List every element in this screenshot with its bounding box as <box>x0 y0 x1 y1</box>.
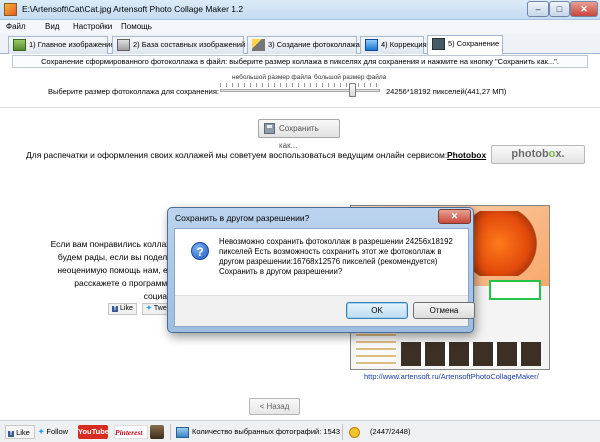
save-as-label: Сохранить как... <box>279 124 319 150</box>
print-promo-text: Для распечатки и оформления своих коллаж… <box>26 150 448 160</box>
preview-flower <box>471 211 541 276</box>
photos-icon <box>176 427 189 438</box>
correction-icon <box>365 39 378 51</box>
size-slider-track[interactable] <box>220 89 380 92</box>
big-size-label: большой размер файла <box>314 74 387 81</box>
save-instruction: Сохранение сформированного фотоколлажа в… <box>12 55 588 68</box>
share-text: Если вам понравились коллаж будем рады, … <box>42 238 172 303</box>
save-disk-icon <box>432 38 445 50</box>
menu-help[interactable]: Помощь <box>121 22 152 31</box>
tab-label: 2) База составных изображений <box>133 40 246 49</box>
dialog-body: ? Невозможно сохранить фотоколлаж в разр… <box>174 228 475 327</box>
cancel-button[interactable]: Отмена <box>413 302 475 319</box>
ok-button[interactable]: OK <box>346 302 408 319</box>
logo-text: x. <box>555 148 565 160</box>
dialog-close-button[interactable]: ✕ <box>438 209 471 224</box>
tab-label: 3) Создание фотоколлажа <box>268 40 360 49</box>
size-readout: 24256*18192 пикселей(441,27 МП) <box>386 87 507 96</box>
maximize-button[interactable]: □ <box>549 1 570 17</box>
share-line: Если вам понравились коллаж <box>50 239 172 249</box>
like-label: Like <box>16 428 30 437</box>
size-slider-thumb[interactable] <box>349 83 356 97</box>
message-line: другом разрешении:16768x12576 пикселей (… <box>219 257 438 266</box>
photobox-logo[interactable]: photobox. <box>491 145 585 164</box>
message-line: Невозможно сохранить фотоколлаж в разреш… <box>219 237 453 246</box>
save-as-button[interactable]: Сохранить как... <box>258 119 340 150</box>
selected-photos-count: Количество выбранных фотографий: 1543 <box>192 427 341 436</box>
share-line: расскажете о программе <box>74 278 172 288</box>
share-line: будем рады, если вы подели <box>57 252 172 262</box>
twitter-icon: ✦ <box>146 305 152 312</box>
tweet-label: Twe <box>153 305 167 312</box>
tab-label: 5) Сохранение <box>448 39 500 48</box>
status-separator <box>170 424 171 440</box>
twitter-icon: ✦ <box>38 427 45 436</box>
like-label: Like <box>120 305 133 312</box>
image-edit-icon <box>13 39 26 51</box>
preview-thumbnails <box>401 342 541 366</box>
magic-wand-icon <box>252 39 265 51</box>
slider-ticks <box>220 83 380 87</box>
warning-icon <box>349 427 360 438</box>
back-button[interactable]: < Назад <box>249 398 300 415</box>
preview-highlight <box>489 280 541 300</box>
tab-image-database[interactable]: 2) База составных изображений <box>112 36 246 54</box>
tab-label: 4) Коррекция <box>381 40 427 49</box>
photobox-link[interactable]: Photobox <box>447 150 486 160</box>
tab-create-collage[interactable]: 3) Создание фотоколлажа <box>247 36 360 54</box>
status-facebook-like[interactable]: f Like <box>5 425 35 439</box>
youtube-icon[interactable]: YouTube <box>78 425 109 439</box>
instagram-icon[interactable] <box>150 425 164 439</box>
logo-text: photob <box>511 148 549 160</box>
close-button[interactable]: ✕ <box>570 1 598 17</box>
window-title: E:\Artensoft\Cat\Cat.jpg Artensoft Photo… <box>22 4 244 14</box>
dialog-footer: OK Отмена <box>175 295 475 326</box>
database-images-icon <box>117 39 130 51</box>
status-twitter-follow[interactable]: ✦ Follow <box>38 425 68 439</box>
minimize-button[interactable]: – <box>527 1 549 17</box>
facebook-icon: f <box>8 431 14 437</box>
app-icon <box>4 3 17 16</box>
menu-bar: Файл Вид Настройки Помощь <box>0 20 600 34</box>
dialog-message: Невозможно сохранить фотоколлаж в разреш… <box>219 237 464 277</box>
message-line: Сохранить в другом разрешении? <box>219 267 343 276</box>
follow-label: Follow <box>46 427 69 436</box>
menu-file[interactable]: Файл <box>6 22 26 31</box>
section-divider <box>0 107 600 109</box>
photos-ratio: (2447/2448) <box>370 427 411 436</box>
status-bar: f Like ✦ Follow YouTube Pinterest Количе… <box>0 420 600 442</box>
share-line: неоценимую помощь нам, ес <box>57 265 172 275</box>
status-separator <box>342 424 343 440</box>
dialog-title: Сохранить в другом разрешении? <box>175 213 310 223</box>
pinterest-icon[interactable]: Pinterest <box>114 425 148 439</box>
menu-settings[interactable]: Настройки <box>73 22 112 31</box>
tab-label: 1) Главное изображение <box>29 40 115 49</box>
question-icon: ? <box>191 242 209 260</box>
size-select-label: Выберите размер фотоколлажа для сохранен… <box>48 87 219 96</box>
share-line: социал <box>143 291 172 301</box>
product-url[interactable]: http://www.artensoft.ru/ArtensoftPhotoCo… <box>364 372 539 381</box>
save-resolution-dialog: Сохранить в другом разрешении? ✕ ? Невоз… <box>167 207 475 333</box>
menu-view[interactable]: Вид <box>45 22 59 31</box>
title-bar: E:\Artensoft\Cat\Cat.jpg Artensoft Photo… <box>0 0 600 20</box>
message-line: пикселей Есть возможность сохранить этот… <box>219 247 442 256</box>
floppy-disk-icon <box>264 123 275 134</box>
tab-main-image[interactable]: 1) Главное изображение <box>8 36 115 54</box>
facebook-like-button[interactable]: f Like <box>108 303 137 315</box>
facebook-icon: f <box>112 306 118 312</box>
small-size-label: небольшой размер файла <box>232 74 312 81</box>
wizard-tabs: 1) Главное изображение 2) База составных… <box>0 34 600 55</box>
tab-correction[interactable]: 4) Коррекция <box>360 36 427 54</box>
tab-save[interactable]: 5) Сохранение <box>427 35 503 55</box>
